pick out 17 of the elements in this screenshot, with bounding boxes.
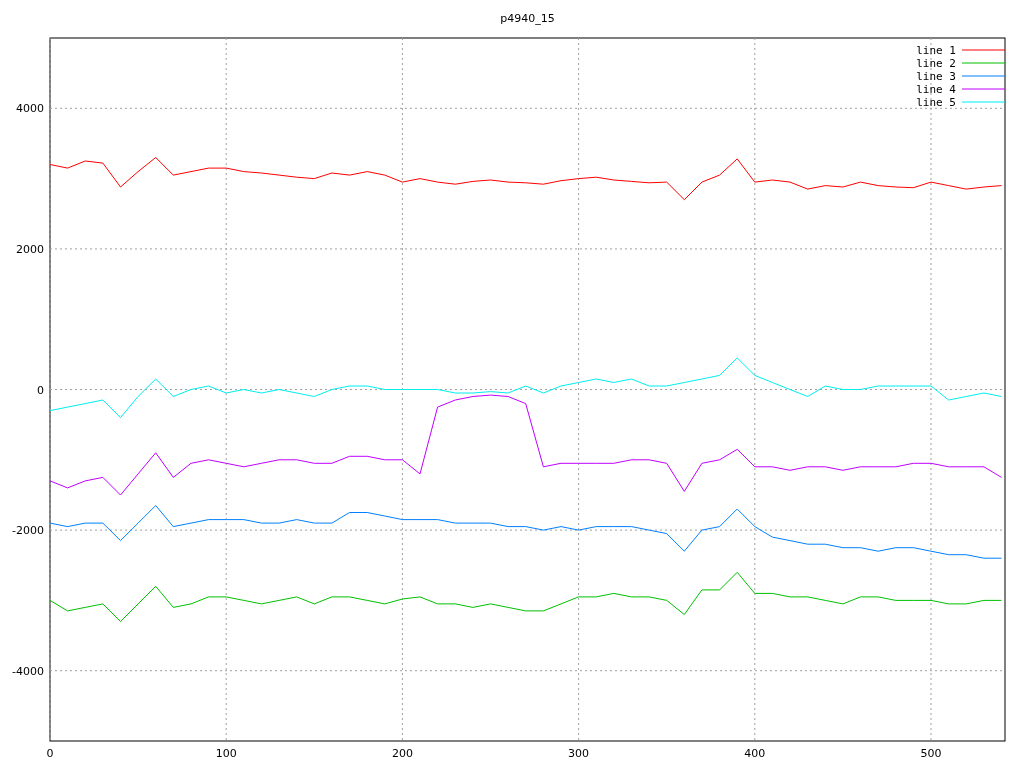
legend-label: line 4: [916, 83, 956, 96]
legend-label: line 1: [916, 44, 956, 57]
legend-label: line 3: [916, 70, 956, 83]
legend-label: line 5: [916, 96, 956, 109]
y-tick-label: 2000: [16, 242, 44, 256]
x-tick-label: 0: [46, 747, 54, 760]
x-tick-label: 400: [744, 747, 766, 760]
y-tick-label: -2000: [12, 524, 44, 538]
chart-title: p4940_15: [500, 12, 555, 25]
x-tick-label: 200: [391, 747, 413, 760]
y-tick-label: 0: [37, 383, 44, 397]
x-tick-label: 100: [215, 747, 237, 760]
y-tick-label: -4000: [12, 664, 44, 678]
x-tick-label: 500: [920, 747, 942, 760]
legend-label: line 2: [916, 57, 956, 70]
x-tick-label: 300: [568, 747, 590, 760]
y-tick-label: 4000: [16, 102, 44, 116]
